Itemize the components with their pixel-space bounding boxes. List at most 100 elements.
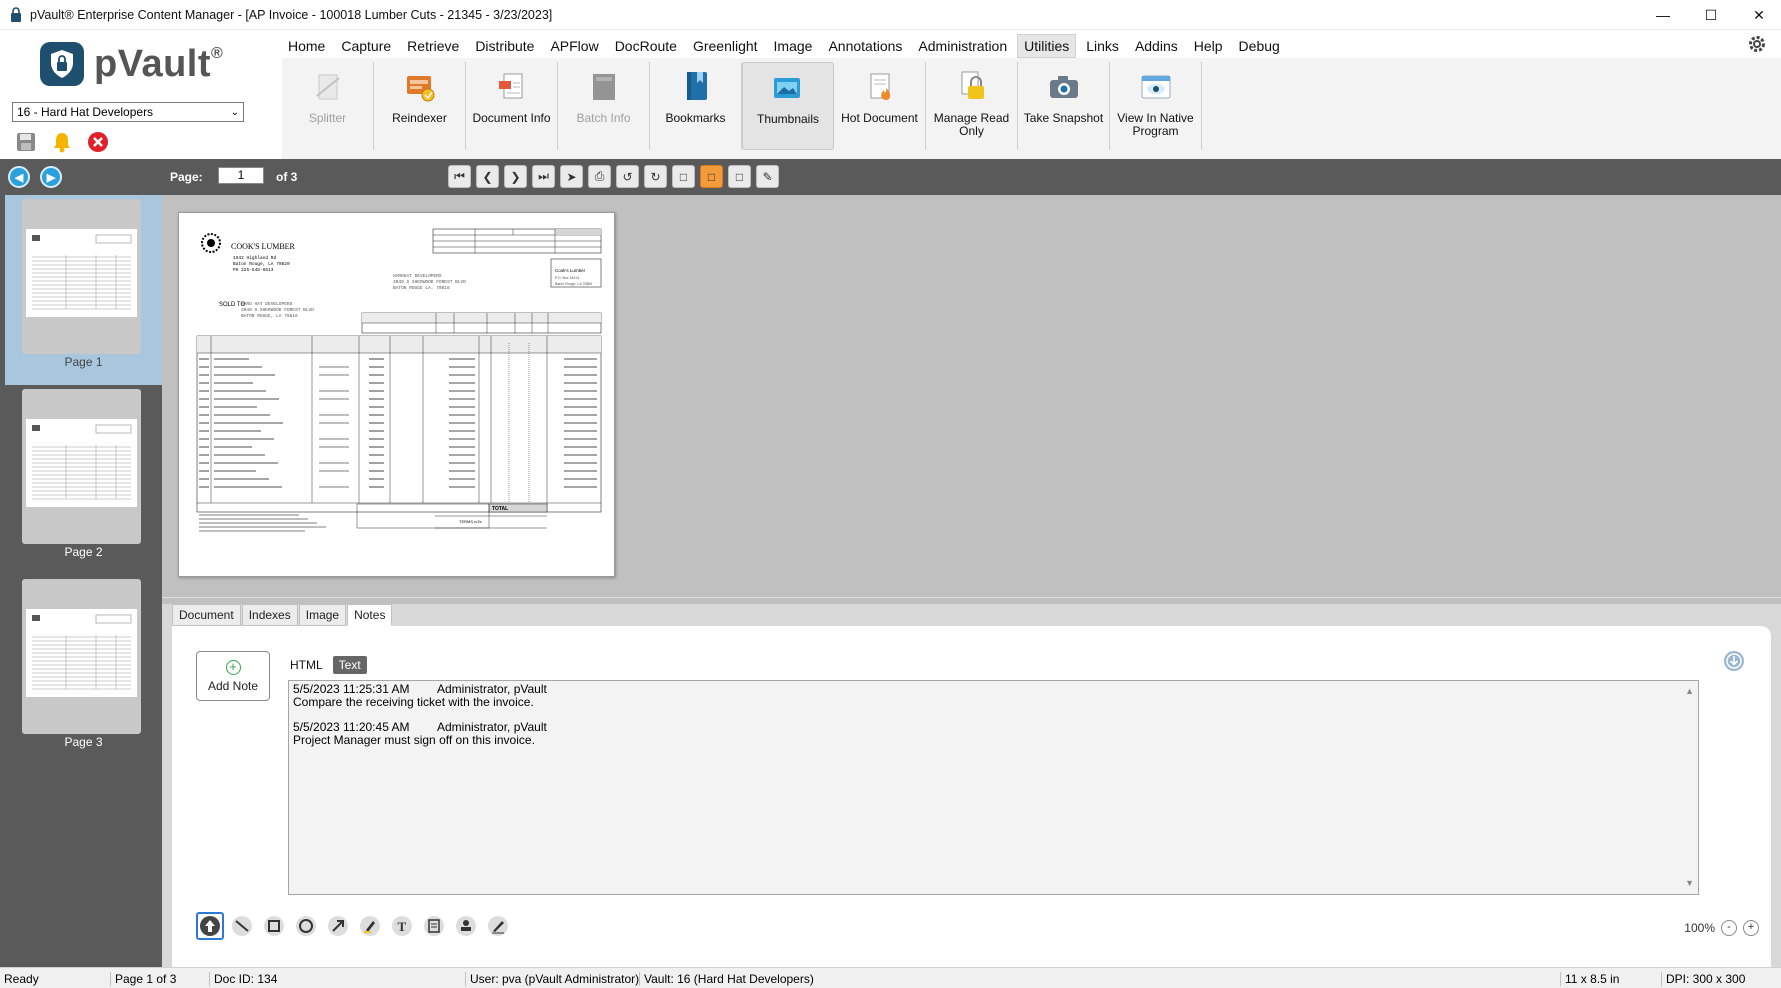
scroll-up-icon[interactable]: ▲ [1685,685,1694,698]
panel-splitter[interactable] [162,597,1781,604]
highlighter-icon[interactable] [356,912,384,940]
menu-apflow[interactable]: APFlow [544,35,604,57]
prev-page-icon[interactable]: ❮ [476,165,499,188]
bell-icon[interactable] [50,130,74,154]
bookmarks-icon [679,70,713,104]
ellipse-icon[interactable] [292,912,320,940]
thumbnail-label: Page 2 [64,545,103,559]
menu-image[interactable]: Image [768,35,819,57]
first-page-icon[interactable]: ⏮ [448,165,471,188]
zoom-out-button[interactable]: - [1721,920,1737,936]
batch-info-button[interactable]: Batch Info [558,62,650,150]
document-info-button[interactable]: Document Info [466,62,558,150]
print-icon[interactable]: ⎙ [588,165,611,188]
thumbnail-page-1[interactable]: Page 1 [5,195,162,385]
status-doc-id: Doc ID: 134 [209,972,277,986]
menu-utilities[interactable]: Utilities [1017,34,1077,58]
page-edit-icon[interactable]: ✎ [756,165,779,188]
format-tab-text[interactable]: Text [332,656,367,674]
rotate-left-icon[interactable]: ↺ [616,165,639,188]
close-window-button[interactable]: ✕ [1736,0,1781,30]
hot-document-button[interactable]: Hot Document [834,62,926,150]
menu-retrieve[interactable]: Retrieve [401,35,465,57]
logo-text: pVault® [94,42,224,85]
close-icon[interactable] [86,130,110,154]
zoom-in-button[interactable]: + [1743,920,1759,936]
view-in-native-program-button[interactable]: View In Native Program [1110,62,1202,150]
format-tab-html[interactable]: HTML [284,656,329,674]
text-icon[interactable]: T [388,912,416,940]
tab-indexes[interactable]: Indexes [241,604,298,626]
download-icon[interactable] [1723,650,1745,672]
menu-annotations[interactable]: Annotations [822,35,908,57]
menu-docroute[interactable]: DocRoute [609,35,683,57]
menu-links[interactable]: Links [1080,35,1125,57]
ribbon-label: Batch Info [576,111,631,125]
status-bar: Ready Page 1 of 3 Doc ID: 134 User: pva … [0,967,1781,988]
save-icon[interactable] [14,130,38,154]
signature-icon[interactable] [484,912,512,940]
thumbnail-page-2[interactable]: Page 2 [5,385,162,575]
thumbnail-image [26,229,137,317]
tab-notes[interactable]: Notes [347,604,393,626]
status-ready: Ready [4,972,39,986]
menu-capture[interactable]: Capture [335,35,397,57]
chevron-down-icon: ⌄ [230,106,239,118]
rotate-right-icon[interactable]: ↻ [644,165,667,188]
tab-document[interactable]: Document [172,604,241,626]
notes-textarea[interactable]: ▲ ▼ 5/5/2023 11:25:31 AM Administrator, p… [288,680,1699,895]
tab-image[interactable]: Image [298,604,347,626]
note-icon[interactable] [420,912,448,940]
last-page-icon[interactable]: ⏭ [532,165,555,188]
invoice-address1: 1542 Highland Rd [233,255,277,261]
info-panel: Document Indexes Image Notes + Add Note HTM… [162,604,1781,967]
batch-info-icon [587,70,621,104]
thumbnail-image [26,609,137,697]
thumbnail-image [26,419,137,507]
menu-debug[interactable]: Debug [1233,35,1286,57]
splitter-button[interactable]: Splitter [282,62,374,150]
menu-home[interactable]: Home [282,35,331,57]
ribbon-label: Hot Document [841,111,918,125]
menu-addins[interactable]: Addins [1129,35,1184,57]
menu-greenlight[interactable]: Greenlight [687,35,764,57]
send-icon[interactable]: ➤ [560,165,583,188]
ribbon-label: Thumbnails [756,112,820,126]
next-page-icon[interactable]: ❯ [504,165,527,188]
minimize-button[interactable]: — [1640,0,1686,30]
shield-lock-icon [40,42,84,86]
add-note-button[interactable]: + Add Note [196,651,270,701]
ribbon-label: Document Info [472,111,551,125]
gear-icon[interactable] [1747,34,1767,54]
note-format-tabs: HTML Text [284,656,367,674]
invoice-terms: TERMS n/2x [459,519,482,524]
take-snapshot-button[interactable]: Take Snapshot [1018,62,1110,150]
maximize-button[interactable]: ☐ [1688,0,1734,30]
manage-read-only-button[interactable]: Manage Read Only [926,62,1018,150]
camera-icon [1047,70,1081,104]
scroll-down-icon[interactable]: ▼ [1685,877,1694,890]
back-arrow-icon[interactable]: ◀ [8,166,30,188]
svg-text:T: T [398,919,407,934]
forward-arrow-icon[interactable]: ▶ [40,166,62,188]
thumbnail-page-3[interactable]: Page 3 [5,575,162,765]
page-label: Page: [170,170,203,184]
page-orange-icon[interactable]: □ [700,165,723,188]
vault-dropdown[interactable]: 16 - Hard Hat Developers ⌄ [12,102,244,122]
arrow-icon[interactable] [324,912,352,940]
line-icon[interactable] [228,912,256,940]
page-number-input[interactable]: 1 [218,167,264,184]
menu-administration[interactable]: Administration [912,35,1013,57]
reindexer-button[interactable]: Reindexer [374,62,466,150]
pointer-icon[interactable] [196,912,224,940]
ribbon-header: pVault® 16 - Hard Hat Developers ⌄ Home C… [0,30,1781,159]
title-bar: pVault® Enterprise Content Manager - [AP… [0,0,1781,30]
menu-distribute[interactable]: Distribute [469,35,540,57]
page-add-icon[interactable]: □ [728,165,751,188]
menu-help[interactable]: Help [1188,35,1229,57]
stamp-icon[interactable] [452,912,480,940]
bookmarks-button[interactable]: Bookmarks [650,62,742,150]
rectangle-icon[interactable] [260,912,288,940]
page-icon[interactable]: □ [672,165,695,188]
thumbnails-button[interactable]: Thumbnails [742,62,834,150]
